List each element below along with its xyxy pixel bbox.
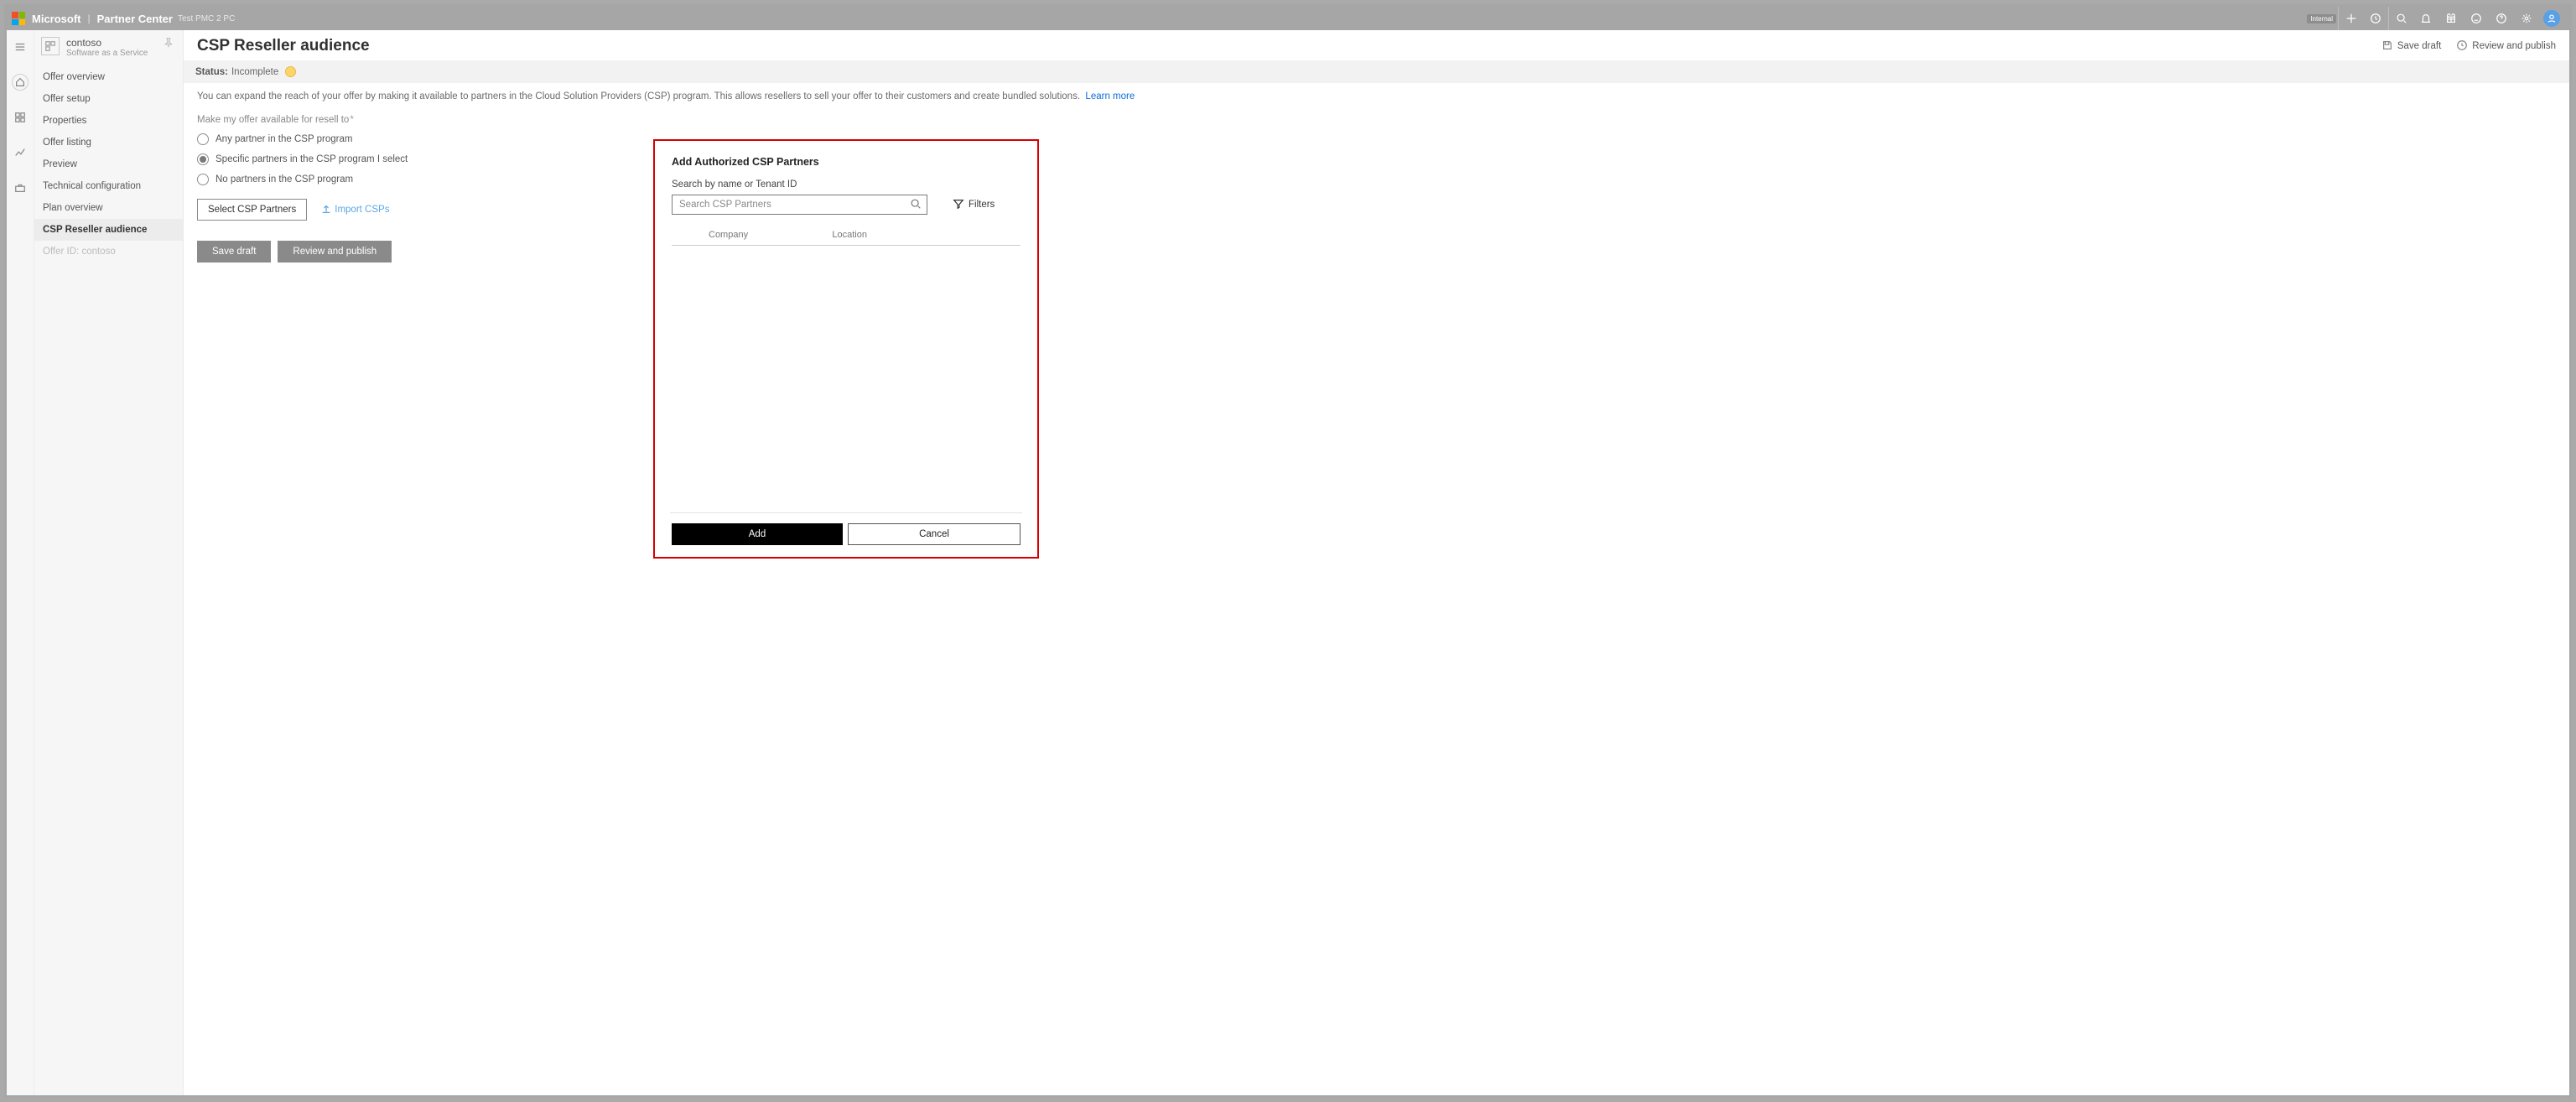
gift-icon[interactable]: [2438, 7, 2464, 30]
upload-icon: [320, 203, 332, 217]
product-name: contoso: [66, 37, 148, 49]
pin-icon[interactable]: [163, 37, 174, 51]
status-bar: Status: Incomplete: [184, 60, 2569, 83]
nav-properties[interactable]: Properties: [34, 110, 183, 132]
radio-any-partner[interactable]: Any partner in the CSP program: [197, 133, 2556, 145]
select-csp-partners-button[interactable]: Select CSP Partners: [197, 199, 307, 221]
resell-field-label: Make my offer available for resell to*: [197, 115, 2556, 125]
panel-results: [672, 246, 1021, 512]
home-icon[interactable]: [12, 74, 29, 91]
panel-table-header: Company Location: [672, 226, 1021, 246]
bell-icon[interactable]: [2413, 7, 2438, 30]
avatar[interactable]: [2539, 7, 2564, 30]
panel-subtitle: Search by name or Tenant ID: [672, 179, 1021, 190]
help-icon[interactable]: [2489, 7, 2514, 30]
save-draft-header-button[interactable]: Save draft: [2381, 39, 2441, 54]
product-subtitle: Software as a Service: [66, 49, 148, 58]
microsoft-logo-icon: [12, 12, 25, 25]
nav-offer-setup[interactable]: Offer setup: [34, 88, 183, 110]
left-rail: [7, 30, 34, 1095]
analytics-icon[interactable]: [12, 144, 29, 161]
review-publish-header-button[interactable]: Review and publish: [2456, 39, 2556, 54]
nav-csp-reseller-audience[interactable]: CSP Reseller audience: [34, 219, 183, 241]
save-icon: [2381, 39, 2393, 54]
nav-offer-id: Offer ID: contoso: [34, 241, 183, 263]
product-title[interactable]: Partner Center: [97, 13, 173, 25]
clock-icon[interactable]: [2363, 7, 2388, 30]
review-publish-button[interactable]: Review and publish: [278, 241, 392, 263]
launch-icon[interactable]: [2338, 7, 2363, 30]
search-icon[interactable]: [2388, 7, 2413, 30]
nav-offer-listing[interactable]: Offer listing: [34, 132, 183, 153]
nav-preview[interactable]: Preview: [34, 153, 183, 175]
search-csp-input-wrapper[interactable]: [672, 195, 927, 215]
search-icon[interactable]: [910, 198, 922, 212]
filter-icon: [953, 198, 964, 212]
gear-icon[interactable]: [2514, 7, 2539, 30]
radio-no-partners[interactable]: No partners in the CSP program: [197, 174, 2556, 185]
env-label: Test PMC 2 PC: [178, 14, 235, 23]
status-indicator-icon: [285, 66, 296, 77]
nav-plan-overview[interactable]: Plan overview: [34, 197, 183, 219]
main-content: CSP Reseller audience Save draft Review …: [184, 30, 2569, 1095]
publish-icon: [2456, 39, 2468, 54]
col-location: Location: [832, 230, 1021, 240]
panel-title: Add Authorized CSP Partners: [672, 156, 1021, 168]
internal-badge: Internal: [2307, 14, 2336, 23]
top-header: Microsoft | Partner Center Test PMC 2 PC…: [7, 7, 2569, 30]
nav-offer-overview[interactable]: Offer overview: [34, 66, 183, 88]
product-nav: contoso Software as a Service Offer over…: [34, 30, 184, 1095]
add-csp-partners-panel: Add Authorized CSP Partners Search by na…: [653, 139, 1039, 559]
status-value: Incomplete: [231, 67, 278, 77]
nav-technical-configuration[interactable]: Technical configuration: [34, 175, 183, 197]
feedback-icon[interactable]: [2464, 7, 2489, 30]
cancel-button[interactable]: Cancel: [848, 523, 1021, 545]
toolbox-icon[interactable]: [12, 179, 29, 196]
page-description: You can expand the reach of your offer b…: [197, 91, 2556, 101]
import-csps-link[interactable]: Import CSPs: [320, 203, 389, 217]
col-company: Company: [672, 230, 832, 240]
product-tile-icon: [41, 37, 60, 55]
status-label: Status:: [195, 67, 228, 77]
learn-more-link[interactable]: Learn more: [1085, 91, 1135, 101]
add-button[interactable]: Add: [672, 523, 843, 545]
save-draft-button[interactable]: Save draft: [197, 241, 271, 263]
search-csp-input[interactable]: [679, 200, 910, 210]
radio-specific-partners[interactable]: Specific partners in the CSP program I s…: [197, 153, 2556, 165]
grid-icon[interactable]: [12, 109, 29, 126]
menu-icon[interactable]: [12, 39, 29, 55]
brand-label: Microsoft: [32, 13, 81, 25]
page-title: CSP Reseller audience: [197, 37, 370, 55]
filters-button[interactable]: Filters: [953, 198, 995, 212]
